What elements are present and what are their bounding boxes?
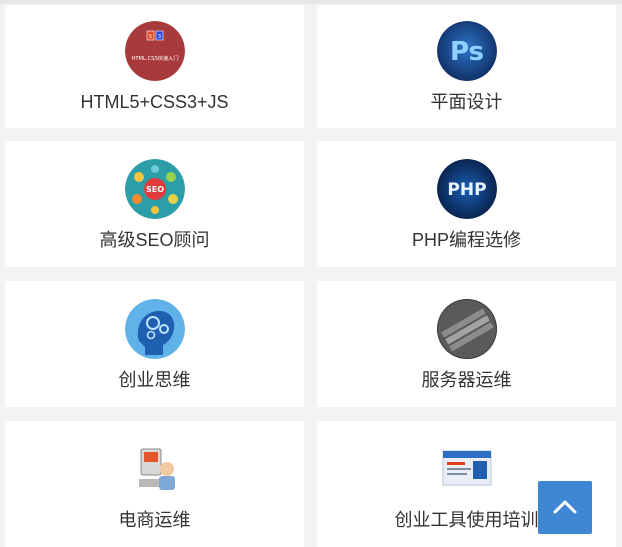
seo-icon: SEO: [124, 159, 185, 219]
course-label: 创业思维: [118, 370, 191, 390]
course-card-startup-thinking[interactable]: 创业思维: [5, 281, 304, 407]
course-label: HTML5+CSS3+JS: [80, 92, 229, 112]
svg-text:5: 5: [148, 34, 151, 40]
seo-badge-text: SEO: [145, 185, 163, 194]
chevron-up-icon: [553, 500, 577, 514]
course-card-ecommerce-ops[interactable]: 电商运维: [5, 421, 304, 547]
svg-text:3: 3: [157, 34, 160, 40]
course-grid: 5 3 HTML.CSS快速入门 HTML5+CSS3+JS Ps 平面设计 S…: [0, 0, 622, 547]
course-card-graphic-design[interactable]: Ps 平面设计: [317, 5, 616, 128]
html5-badge-caption: HTML.CSS快速入门: [131, 54, 178, 62]
course-label: 平面设计: [430, 92, 503, 112]
php-badge-text: PHP: [447, 180, 486, 200]
ecommerce-support-icon: [124, 439, 185, 499]
course-card-php[interactable]: PHP PHP编程选修: [317, 141, 616, 267]
course-card-seo[interactable]: SEO 高级SEO顾问: [5, 141, 304, 267]
course-card-server-ops[interactable]: 服务器运维: [317, 281, 616, 407]
course-label: 服务器运维: [421, 370, 512, 390]
html5-css3-badge-icon: 5 3 HTML.CSS快速入门: [124, 21, 185, 81]
server-keyboard-icon: [436, 299, 497, 359]
course-label: 高级SEO顾问: [99, 230, 210, 250]
course-label: PHP编程选修: [411, 230, 521, 250]
scroll-to-top-button[interactable]: [538, 481, 592, 534]
photoshop-icon: Ps: [436, 21, 497, 81]
php-icon: PHP: [436, 159, 497, 219]
ps-badge-text: Ps: [449, 37, 483, 67]
startup-tools-icon: [436, 439, 497, 499]
course-card-html5[interactable]: 5 3 HTML.CSS快速入门 HTML5+CSS3+JS: [5, 5, 304, 128]
course-label: 电商运维: [118, 510, 191, 530]
brain-gears-icon: [124, 299, 185, 359]
